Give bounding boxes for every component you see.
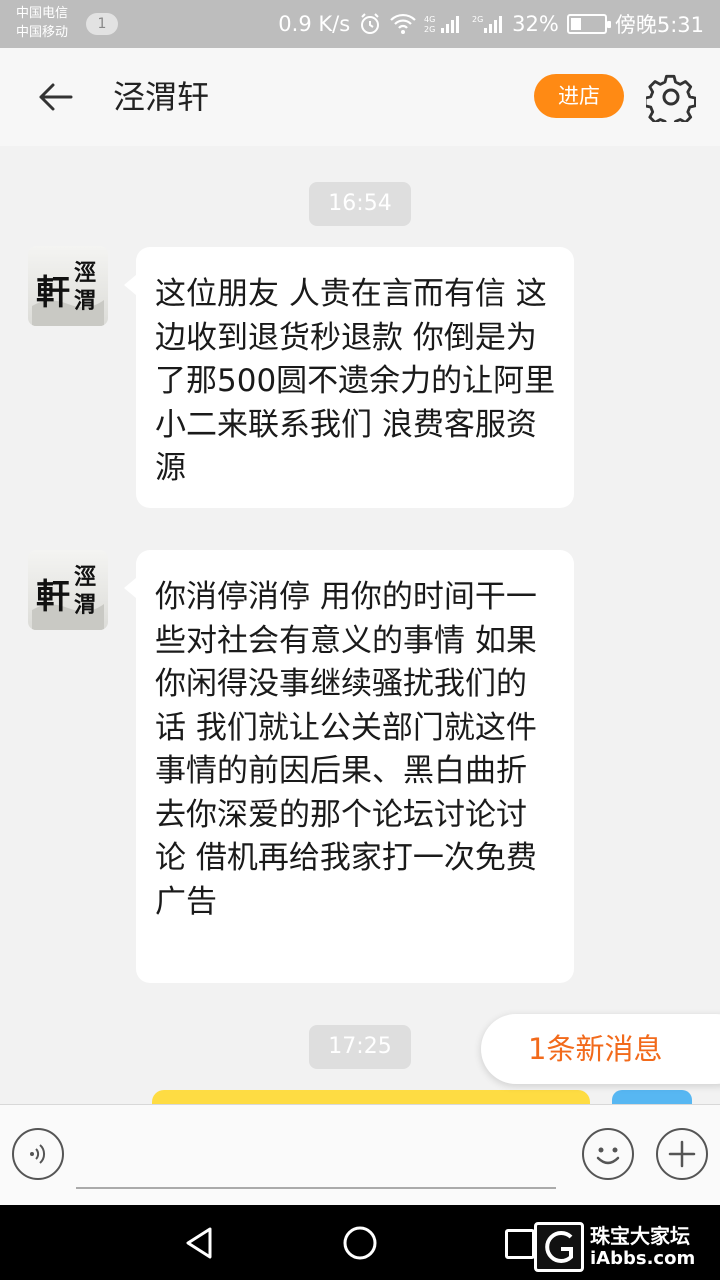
carrier-1: 中国电信 [16,6,69,21]
svg-text:渭: 渭 [74,592,96,618]
svg-text:涇: 涇 [74,260,96,286]
timestamp-badge: 16:54 [309,182,411,226]
new-messages-button[interactable]: 1条新消息 [481,1014,720,1084]
own-avatar[interactable] [612,1090,692,1104]
chat-messages[interactable]: 16:54 軒 涇 渭 这位朋友 人贵在言而有信 这边收到退货秒退款 你倒是为了… [0,146,720,1104]
battery-level [570,18,581,30]
smiley-icon [596,1147,620,1165]
svg-text:2G: 2G [472,15,483,24]
alarm-icon [358,12,382,36]
watermark-cn: 珠宝大家坛 [590,1224,690,1248]
system-nav-bar: 珠宝大家坛 iAbbs.com [0,1205,720,1280]
svg-text:渭: 渭 [74,288,96,314]
nav-home-icon[interactable] [340,1223,380,1263]
message-bubble[interactable]: 你消停消停 用你的时间干一些对社会有意义的事情 如果你闲得没事继续骚扰我们的话 … [124,550,574,983]
enter-shop-button[interactable]: 进店 [534,74,624,118]
svg-text:軒: 軒 [36,273,70,313]
wifi-icon [390,13,416,35]
status-bar: 中国电信 中国移动 1 0.9 K/s 4G 2G 2G 32% 傍晚5:31 [0,0,720,48]
watermark-logo-icon [534,1222,584,1272]
svg-text:2G: 2G [424,25,435,34]
watermark-en: iAbbs.com [590,1248,696,1269]
avatar[interactable]: 軒 涇 渭 [28,246,108,326]
avatar[interactable]: 軒 涇 渭 [28,550,108,630]
battery-icon [566,14,611,34]
clock: 傍晚5:31 [614,13,704,37]
plus-icon [668,1140,696,1168]
svg-text:4G: 4G [424,15,435,24]
battery-percent: 32% [512,12,559,36]
status-indicators: 0.9 K/s 4G 2G 2G 32% 傍晚5:31 [278,9,704,39]
voice-button[interactable] [12,1128,64,1180]
nav-recent-icon[interactable] [505,1229,535,1259]
nav-back-icon[interactable] [180,1223,220,1263]
watermark-text: 珠宝大家坛 iAbbs.com [590,1224,695,1270]
chat-header: 泾渭轩 进店 [0,48,720,146]
input-bar [0,1104,720,1205]
message-input[interactable] [76,1125,556,1189]
voice-icon [30,1144,46,1164]
settings-button[interactable] [644,70,698,124]
emoji-button[interactable] [582,1128,634,1180]
signal-2g-icon: 2G [472,13,504,35]
gear-icon [646,74,696,122]
more-actions-button[interactable] [656,1128,708,1180]
svg-text:涇: 涇 [74,564,96,590]
site-watermark: 珠宝大家坛 iAbbs.com [534,1216,716,1278]
carrier-2: 中国移动 [16,25,69,40]
svg-text:軒: 軒 [36,577,70,617]
signal-4g-icon: 4G 2G [424,13,464,35]
net-speed: 0.9 K/s [278,12,351,36]
notification-count-badge: 1 [86,13,118,35]
back-button[interactable] [30,74,80,120]
message-bubble[interactable]: 这位朋友 人贵在言而有信 这边收到退货秒退款 你倒是为了那500圆不遗余力的让阿… [124,247,574,508]
page-title: 泾渭轩 [113,78,210,116]
arrow-left-icon [39,83,73,111]
timestamp-badge: 17:25 [309,1025,411,1069]
own-message-bubble[interactable] [152,1090,590,1104]
carrier-info: 中国电信 中国移动 [16,4,68,42]
